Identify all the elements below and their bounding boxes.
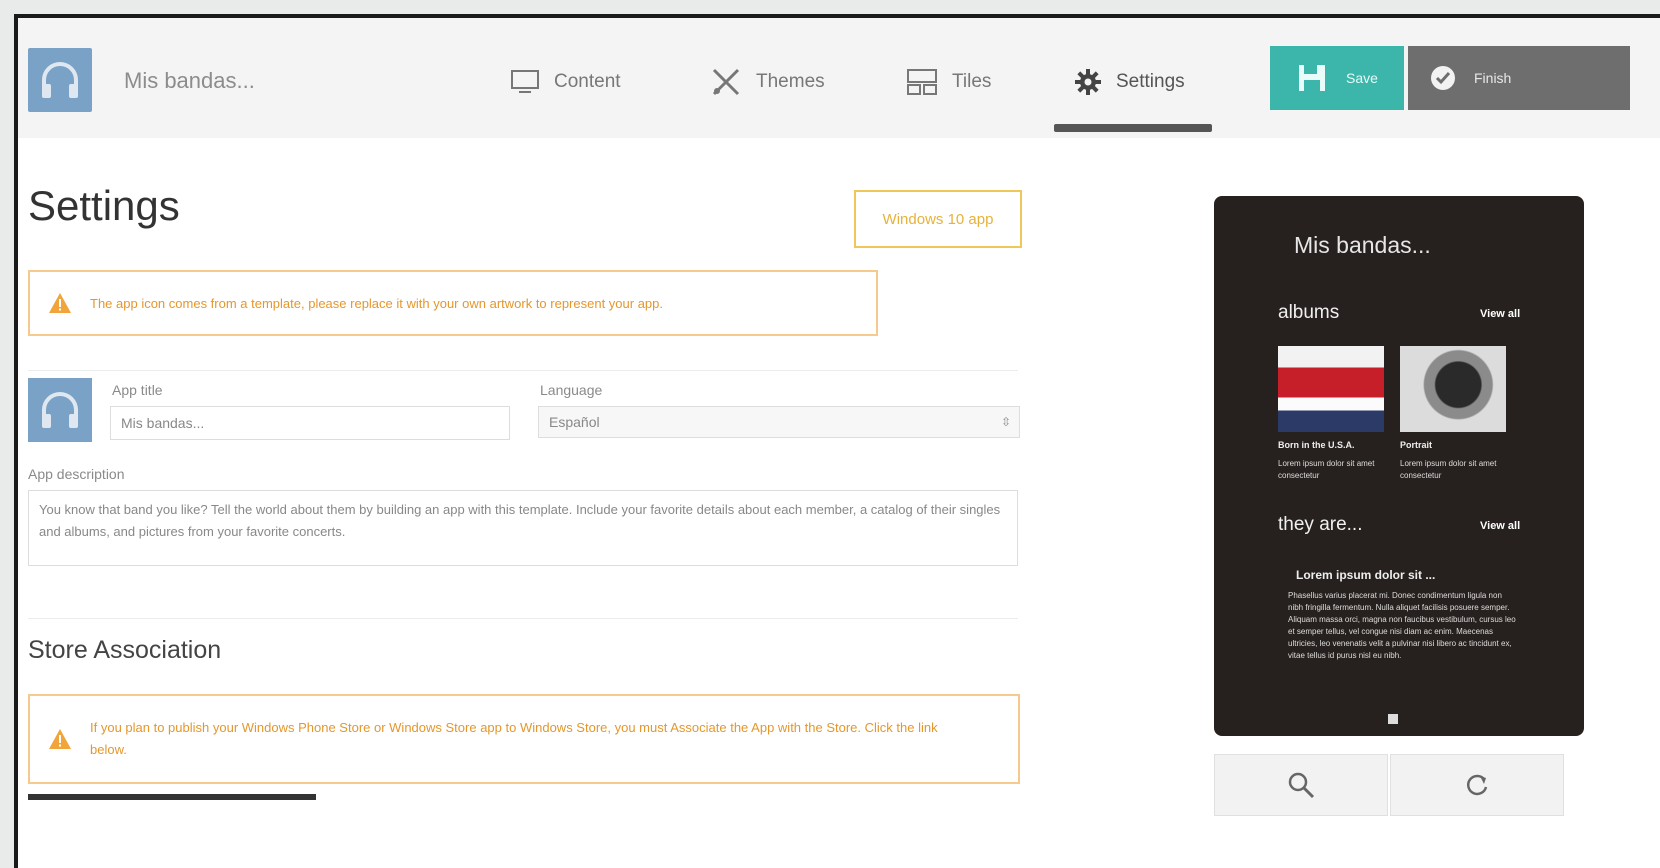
app-icon-preview[interactable] [28,378,92,442]
preview-view-all-albums: View all [1480,308,1521,320]
top-bar: Mis bandas... Content Themes Tiles Setti… [18,18,1660,138]
save-label: Save [1346,70,1378,86]
album-caption: Portrait [1400,440,1433,450]
preview-paragraph: Phasellus varius placerat mi. Donec cond… [1288,591,1516,660]
album-text: Lorem ipsum dolor sit amet consectetur [1400,459,1497,480]
page-title: Settings [28,182,180,229]
album-text: Lorem ipsum dolor sit amet consectetur [1278,459,1375,480]
app-description-textarea[interactable]: You know that band you like? Tell the wo… [28,490,1018,566]
tab-tiles[interactable]: Tiles [906,62,991,102]
language-label: Language [540,382,603,398]
preview-title: Mis bandas... [1294,232,1431,258]
warning-icon [49,293,71,313]
app-description-label: App description [28,466,125,482]
save-button[interactable]: Save [1270,46,1404,110]
app-title-label: App title [112,382,163,398]
checkmark-icon [1431,66,1455,90]
warning-icon [49,729,71,749]
gear-icon [1075,69,1101,95]
magnifier-icon [1288,772,1315,799]
finish-label: Finish [1474,70,1512,86]
tab-themes-label: Themes [756,71,825,92]
select-arrows-icon: ⇳ [1000,415,1011,429]
preview-paragraph-title: Lorem ipsum dolor sit ... [1296,568,1436,582]
refresh-icon [1466,774,1488,796]
scroll-indicator [28,794,316,800]
headphones-icon [42,62,78,98]
tab-content-label: Content [554,71,621,92]
tab-content[interactable]: Content [510,62,621,102]
preview-section-albums: albums [1278,302,1340,323]
app-name: Mis bandas... [124,68,255,93]
store-warning-banner: If you plan to publish your Windows Phon… [28,694,1020,784]
album-thumbnail [1400,346,1506,432]
app-title-input[interactable]: Mis bandas... [110,406,510,440]
icon-warning-banner: The app icon comes from a template, plea… [28,270,878,336]
divider [28,370,1018,371]
platform-badge[interactable]: Windows 10 app [854,190,1022,248]
store-association-title: Store Association [28,636,222,664]
floppy-disk-icon [1299,65,1326,91]
refresh-button[interactable] [1390,754,1564,816]
monitor-icon [511,70,539,93]
active-tab-indicator [1054,124,1212,132]
album-caption: Born in the U.S.A. [1278,440,1355,450]
album-thumbnail [1278,346,1384,432]
divider [28,618,1018,619]
language-value: Español [549,414,600,430]
language-select[interactable]: Español ⇳ [538,406,1020,438]
app-preview-phone: Mis bandas... albums View all Born in th… [1214,196,1584,736]
store-warning-text: If you plan to publish your Windows Phon… [90,720,938,757]
preview-view-all-they-are: View all [1480,520,1521,532]
icon-warning-text: The app icon comes from a template, plea… [90,295,664,311]
zoom-button[interactable] [1214,754,1388,816]
tab-settings[interactable]: Settings [1074,62,1185,102]
brush-icon [712,68,740,96]
app-logo [28,48,92,112]
tab-tiles-label: Tiles [952,71,992,92]
tiles-icon [907,69,937,95]
finish-button[interactable]: Finish [1408,46,1630,110]
tab-settings-label: Settings [1116,71,1185,92]
preview-page-indicator [1388,714,1398,724]
headphones-icon [42,392,78,428]
tab-themes[interactable]: Themes [710,62,825,102]
app-window: Mis bandas... Content Themes Tiles Setti… [14,14,1660,868]
preview-section-they-are: they are... [1278,514,1363,535]
